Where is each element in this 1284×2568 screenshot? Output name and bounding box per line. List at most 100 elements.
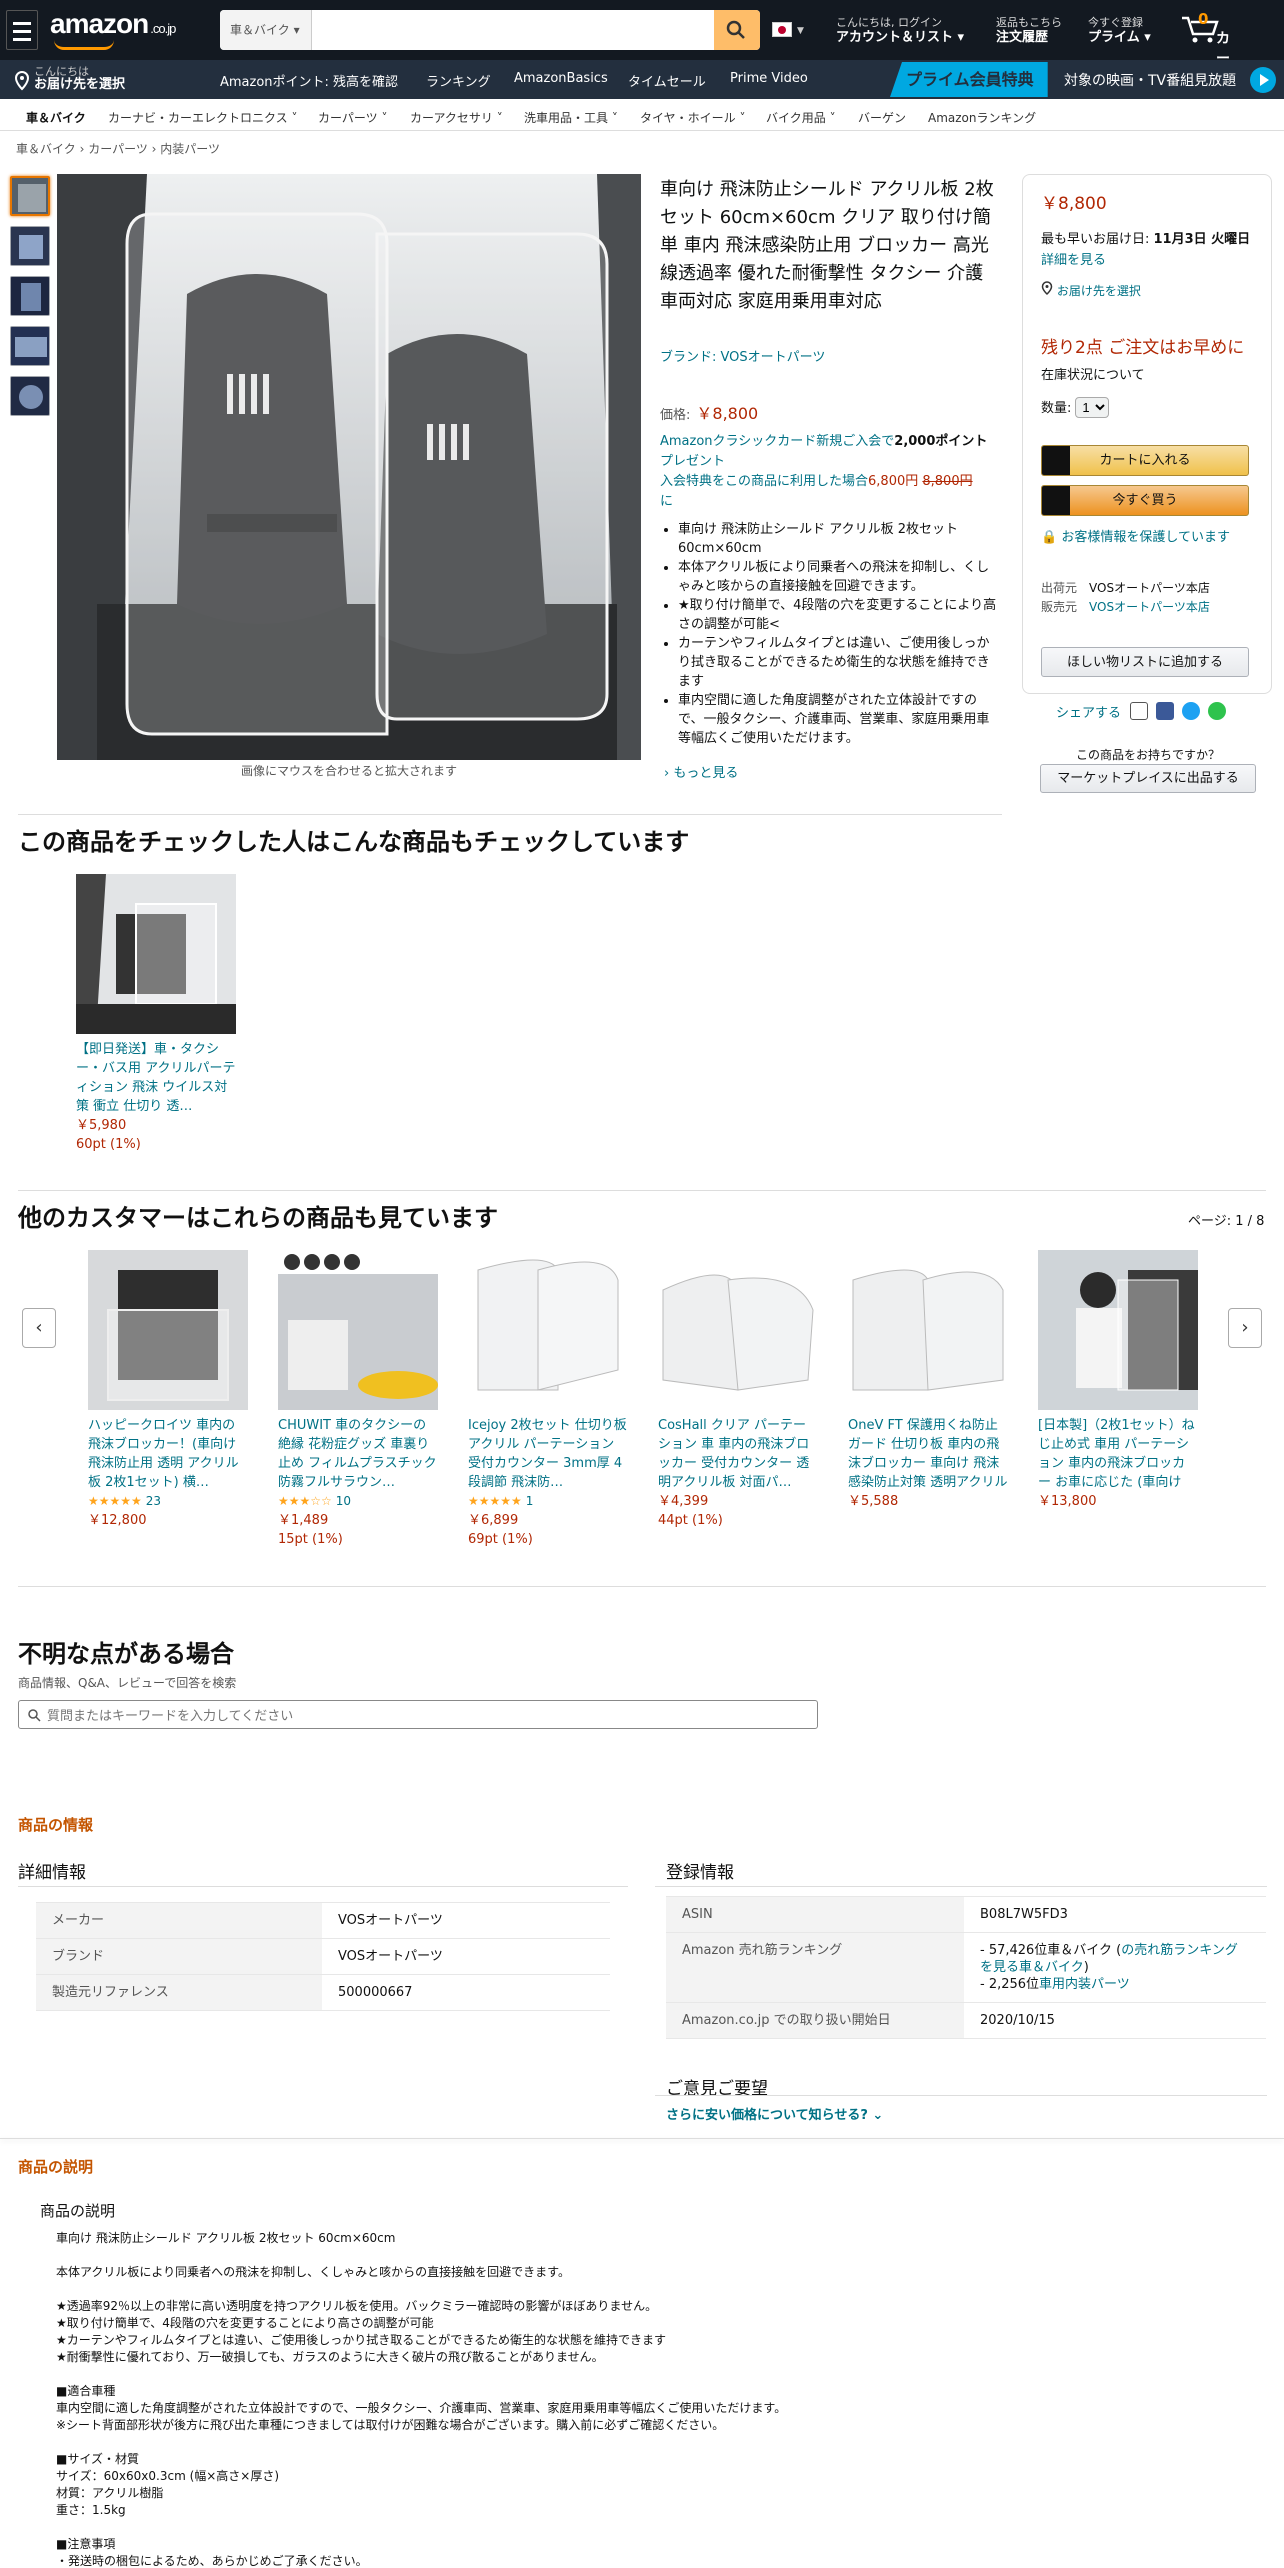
product-price: ￥1,489 <box>278 1513 329 1528</box>
feature-bullet: 本体アクリル板により同乗者への飛沫を抑制し、くしゃみと咳からの直接接触を回避でき… <box>678 558 998 596</box>
belt-link-amazonbasics[interactable]: AmazonBasics <box>514 71 608 86</box>
logo-suffix: .co.jp <box>150 21 176 36</box>
carousel-prev-button[interactable]: ‹ <box>22 1308 56 1348</box>
product-price: ￥6,899 <box>468 1513 519 1528</box>
stock-status: 残り2点 ご注文はお早めに 在庫状況について <box>1041 338 1245 383</box>
subnav-item[interactable]: バイク用品 ˅ <box>766 109 836 126</box>
product-title-link[interactable]: [日本製]（2枚1セット）ねじ止め式 車用 パーテーション 車内の飛沫ブロッカー… <box>1038 1416 1198 1492</box>
search-button[interactable] <box>714 10 760 50</box>
belt-link-timesale[interactable]: タイムセール <box>628 71 706 90</box>
add-to-wishlist-button[interactable]: ほしい物リストに追加する <box>1041 647 1249 677</box>
select-address-link[interactable]: お届け先を選択 <box>1041 281 1141 299</box>
deliver-to-button[interactable]: こんにちは お届け先を選択 <box>14 65 125 91</box>
email-icon[interactable] <box>1130 702 1148 720</box>
account-menu[interactable]: こんにちは, ログイン アカウント＆リスト ▾ <box>836 15 964 45</box>
subnav-item[interactable]: バーゲン <box>858 109 906 126</box>
breadcrumb[interactable]: 車＆バイク › カーパーツ › 内装パーツ <box>16 140 220 157</box>
product-card[interactable]: CosHall クリア パーテーション 車 車内の飛沫ブロッカー 受付カウンター… <box>658 1250 818 1530</box>
subnav-item[interactable]: 車＆バイク <box>26 109 86 126</box>
search-icon <box>28 1709 41 1722</box>
prime-banner[interactable]: プライム会員特典 対象の映画・TV番組見放題 <box>890 62 1284 97</box>
search-category-dropdown[interactable]: 車＆バイク ▾ <box>220 10 312 50</box>
product-card[interactable]: [日本製]（2枚1セット）ねじ止め式 車用 パーテーション 車内の飛沫ブロッカー… <box>1038 1250 1198 1511</box>
sell-on-marketplace-button[interactable]: マーケットプレイスに出品する <box>1040 764 1256 793</box>
product-image <box>848 1250 1008 1410</box>
product-card[interactable]: 【即日発送】車・タクシー・バス用 アクリルパーティション 飛沫 ウイルス対策 衝… <box>76 874 236 1154</box>
twitter-icon[interactable] <box>1182 702 1200 720</box>
see-more-link[interactable]: › もっと見る <box>664 762 738 781</box>
secure-transaction-link[interactable]: 🔒 お客様情報を保護しています <box>1041 527 1263 548</box>
hamburger-menu-button[interactable] <box>6 10 38 50</box>
qa-search-input[interactable] <box>47 1705 807 1725</box>
logo-smile-icon <box>54 40 114 50</box>
asin-value: B08L7W5FD3 <box>964 1896 1266 1933</box>
buy-now-button[interactable]: 今すぐ買う <box>1041 485 1249 516</box>
line-icon[interactable] <box>1208 702 1226 720</box>
cart-button[interactable]: 0 カート <box>1180 10 1230 87</box>
subnav-item[interactable]: カーパーツ ˅ <box>318 109 387 126</box>
rank-subcategory-link[interactable]: 車用内装パーツ <box>1039 1977 1130 1992</box>
search-category-label: 車＆バイク <box>230 23 290 37</box>
product-card[interactable]: OneV FT 保護用くね防止ガード 仕切り板 車内の飛沫ブロッカー 車向け 飛… <box>848 1250 1008 1511</box>
carousel-next-button[interactable]: › <box>1228 1308 1262 1348</box>
subnav-item[interactable]: Amazonランキング <box>928 109 1036 126</box>
product-card[interactable]: CHUWIT 車のタクシーの絶縁 花粉症グッズ 車裏り止め フィルムプラスチック… <box>278 1250 438 1549</box>
location-pin-icon <box>14 71 30 91</box>
promo-original-price: 8,800円 <box>922 474 973 489</box>
subnav-item[interactable]: カーナビ・カーエレクトロニクス ˅ <box>108 109 297 126</box>
divider <box>18 1586 1266 1587</box>
subnav-item[interactable]: 洗車用品・工具 ˅ <box>524 109 618 126</box>
card-promo[interactable]: Amazonクラシックカード新規ご入会で2,000ポイントプレゼント 入会特典を… <box>660 432 996 512</box>
orders-menu[interactable]: 返品もこちら 注文履歴 <box>996 15 1062 45</box>
product-title-link[interactable]: OneV FT 保護用くね防止ガード 仕切り板 車内の飛沫ブロッカー 車向け 飛… <box>848 1416 1008 1492</box>
facebook-icon[interactable] <box>1156 702 1174 720</box>
review-count[interactable]: 1 <box>526 1494 534 1508</box>
product-card[interactable]: Icejoy 2枚セット 仕切り板 アクリル パーテーション 受付カウンター 3… <box>468 1250 628 1549</box>
image-thumbnail[interactable] <box>10 176 50 216</box>
report-lower-price-link[interactable]: さらに安い価格について知らせる? ⌄ <box>666 2104 883 2123</box>
date-value: 2020/10/15 <box>964 2002 1266 2039</box>
delivery-details-link[interactable]: 詳細を見る <box>1041 253 1106 268</box>
product-title-link[interactable]: 【即日発送】車・タクシー・バス用 アクリルパーティション 飛沫 ウイルス対策 衝… <box>76 1040 236 1116</box>
search-input[interactable] <box>312 10 712 50</box>
qa-search-box <box>18 1700 818 1729</box>
product-price: ￥5,588 <box>848 1494 899 1509</box>
product-title-link[interactable]: Icejoy 2枚セット 仕切り板 アクリル パーテーション 受付カウンター 3… <box>468 1416 628 1492</box>
belt-link-points[interactable]: Amazonポイント: 残高を確認 <box>220 71 398 90</box>
review-count[interactable]: 10 <box>336 1494 351 1508</box>
subnav-item[interactable]: タイヤ・ホイール ˅ <box>640 109 745 126</box>
image-thumbnail[interactable] <box>10 276 50 316</box>
star-rating[interactable]: ★★★★★ 23 <box>88 1492 248 1511</box>
description-heading: 商品の説明 <box>18 2158 94 2176</box>
product-image <box>88 1250 248 1410</box>
belt-link-primevideo[interactable]: Prime Video <box>730 71 808 86</box>
stock-info-link[interactable]: 在庫状況 <box>1041 368 1093 383</box>
prime-menu[interactable]: 今すぐ登録 プライム ▾ <box>1088 15 1151 45</box>
product-title-link[interactable]: ハッピークロイツ 車内の飛沫ブロッカー！(車向け 飛沫防止用 透明 アクリル板 … <box>88 1416 248 1492</box>
image-thumbnail[interactable] <box>10 376 50 416</box>
seller-link[interactable]: VOSオートパーツ本店 <box>1089 600 1210 614</box>
star-rating[interactable]: ★★★☆☆ 10 <box>278 1492 438 1511</box>
chevron-right-icon: › <box>1241 1317 1249 1338</box>
sell-question: この商品をお持ちですか？ <box>1075 748 1220 762</box>
product-title-link[interactable]: CHUWIT 車のタクシーの絶縁 花粉症グッズ 車裏り止め フィルムプラスチック… <box>278 1416 438 1492</box>
amazon-logo[interactable]: amazon .co.jp <box>50 8 176 40</box>
belt-link-ranking[interactable]: ランキング <box>426 71 491 90</box>
image-thumbnail[interactable] <box>10 226 50 266</box>
star-rating[interactable]: ★★★★★ 1 <box>468 1492 628 1511</box>
prime-small: 今すぐ登録 <box>1088 16 1143 29</box>
image-thumbnail[interactable] <box>10 326 50 366</box>
add-to-cart-button[interactable]: カートに入れる <box>1041 445 1249 476</box>
quantity-select[interactable]: 1 <box>1075 397 1110 418</box>
product-title-link[interactable]: CosHall クリア パーテーション 車 車内の飛沫ブロッカー 受付カウンター… <box>658 1416 818 1492</box>
brand-link[interactable]: ブランド: VOSオートパーツ <box>660 346 825 365</box>
image-caption: 画像にマウスを合わせると拡大されます <box>240 764 457 778</box>
japan-flag-icon[interactable] <box>772 22 792 37</box>
subnav-item[interactable]: カーアクセサリ ˅ <box>410 109 503 126</box>
product-price: ￥13,800 <box>1038 1494 1097 1509</box>
orders-label: 注文履歴 <box>996 30 1049 45</box>
product-image <box>658 1250 818 1410</box>
review-count[interactable]: 23 <box>146 1494 161 1508</box>
product-card[interactable]: ハッピークロイツ 車内の飛沫ブロッカー！(車向け 飛沫防止用 透明 アクリル板 … <box>88 1250 248 1530</box>
main-product-image[interactable] <box>57 174 641 760</box>
